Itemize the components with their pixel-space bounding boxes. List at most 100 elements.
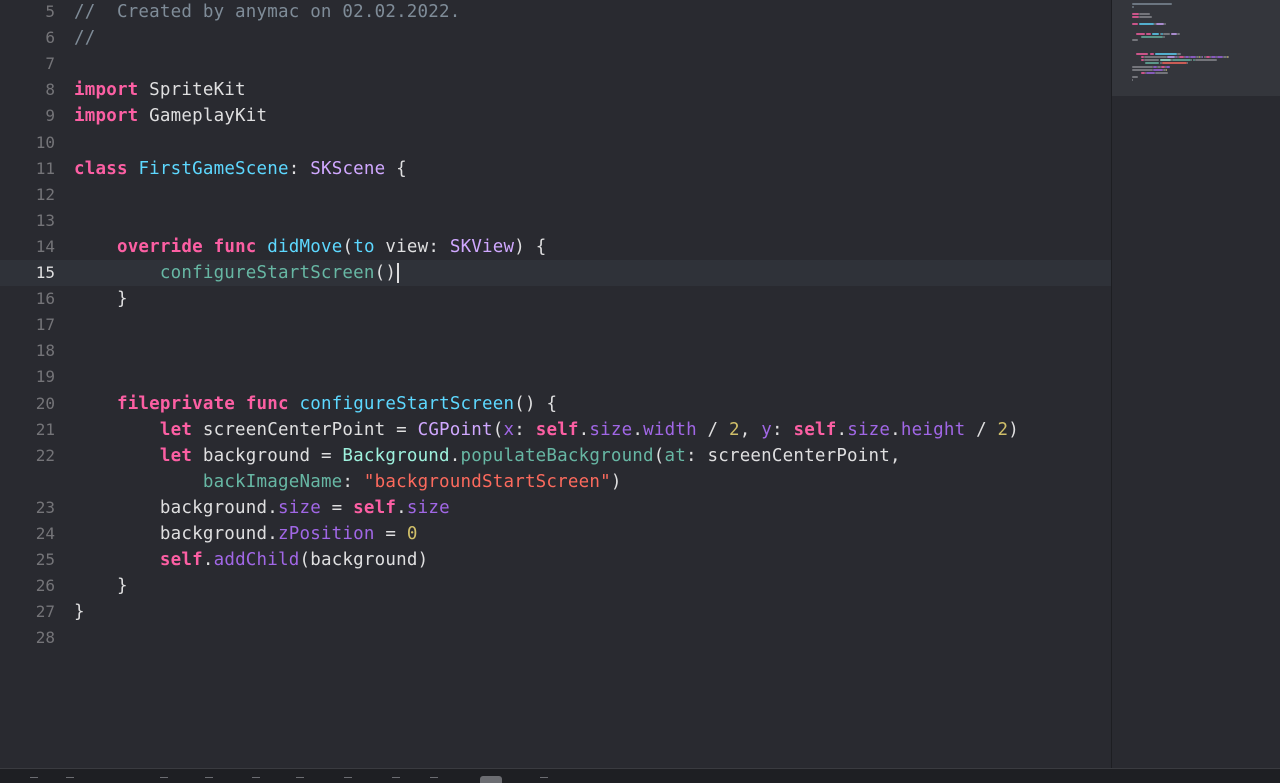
code-line[interactable]: 5 // Created by anymac on 02.02.2022. <box>0 0 1111 25</box>
code-token: . <box>836 419 848 440</box>
code-line[interactable]: 13 <box>0 208 1111 234</box>
minimap-token <box>1170 32 1178 35</box>
code-line[interactable]: 21 let screenCenterPoint = CGPoint(x: se… <box>0 417 1111 443</box>
code-line[interactable]: 26 } <box>0 573 1111 599</box>
location-icon[interactable] <box>480 776 502 783</box>
minimap-token <box>1167 55 1175 58</box>
line-number[interactable]: 9 <box>0 103 55 129</box>
minimap-token <box>1138 12 1150 15</box>
code-line[interactable]: 27} <box>0 599 1111 625</box>
breakpoint-icon[interactable] <box>66 777 74 783</box>
source-editor[interactable]: 5 // Created by anymac on 02.02.2022. 6 // 7… <box>0 0 1111 768</box>
code-token: size <box>847 419 891 440</box>
code-text[interactable]: // Created by anymac on 02.02.2022. <box>74 0 461 25</box>
code-line[interactable]: 20 fileprivate func configureStartScreen… <box>0 391 1111 417</box>
code-token: at <box>664 445 687 466</box>
line-number[interactable]: 6 <box>0 25 55 51</box>
code-token: screenCenterPoint = <box>192 419 418 440</box>
code-token: = <box>374 524 407 544</box>
code-text[interactable]: background.zPosition = 0 <box>74 521 418 547</box>
code-text[interactable]: self.addChild(background) <box>74 547 428 573</box>
step-over-icon[interactable] <box>205 777 213 783</box>
code-line[interactable]: 14 override func didMove(to view: SKView… <box>0 234 1111 260</box>
code-text[interactable]: let background = Background.populateBack… <box>74 443 901 469</box>
line-number[interactable]: 15 <box>0 260 55 286</box>
code-text[interactable]: let screenCenterPoint = CGPoint(x: self.… <box>74 417 1019 443</box>
line-number[interactable]: 16 <box>0 286 55 312</box>
hide-panel-icon[interactable] <box>30 777 38 783</box>
line-number[interactable]: 19 <box>0 364 55 390</box>
code-text[interactable]: backImageName: "backgroundStartScreen") <box>74 469 622 495</box>
frame-icon[interactable] <box>540 777 548 783</box>
code-line[interactable]: 7 <box>0 51 1111 77</box>
code-text[interactable]: fileprivate func configureStartScreen() … <box>74 391 557 417</box>
minimap-token <box>1171 59 1192 62</box>
code-text[interactable]: import SpriteKit <box>74 77 246 103</box>
line-number[interactable]: 14 <box>0 234 55 260</box>
code-line[interactable]: 24 background.zPosition = 0 <box>0 521 1111 547</box>
step-out-icon[interactable] <box>296 777 304 783</box>
code-text[interactable]: background.size = self.size <box>74 495 450 521</box>
line-number[interactable]: 12 <box>0 182 55 208</box>
code-line[interactable]: backImageName: "backgroundStartScreen") <box>0 469 1111 495</box>
line-number[interactable]: 25 <box>0 547 55 573</box>
code-line[interactable]: 23 background.size = self.size <box>0 495 1111 521</box>
code-token: Background <box>342 445 450 466</box>
view-hierarchy-icon[interactable] <box>344 777 352 783</box>
line-number[interactable]: 26 <box>0 573 55 599</box>
code-line[interactable]: 25 self.addChild(background) <box>0 547 1111 573</box>
code-line[interactable]: 11 class FirstGameScene: SKScene { <box>0 156 1111 182</box>
line-number[interactable]: 13 <box>0 208 55 234</box>
line-number[interactable]: 27 <box>0 599 55 625</box>
minimap-token <box>1144 59 1160 62</box>
line-number[interactable]: 11 <box>0 156 55 182</box>
line-number[interactable]: 28 <box>0 625 55 651</box>
code-line[interactable]: 18 <box>0 338 1111 364</box>
code-text[interactable]: import GameplayKit <box>74 103 267 129</box>
code-line[interactable]: 9 import GameplayKit <box>0 103 1111 129</box>
line-number[interactable]: 20 <box>0 391 55 417</box>
line-number[interactable]: 8 <box>0 77 55 103</box>
line-number[interactable]: 10 <box>0 130 55 156</box>
code-token: self <box>535 419 579 440</box>
line-number[interactable]: 17 <box>0 312 55 338</box>
code-line[interactable]: 16 } <box>0 286 1111 312</box>
line-number[interactable]: 7 <box>0 51 55 77</box>
memory-graph-icon[interactable] <box>392 777 400 783</box>
line-number[interactable]: 21 <box>0 417 55 443</box>
line-number[interactable]: 5 <box>0 0 55 25</box>
code-token: height <box>900 419 966 440</box>
line-number[interactable]: 23 <box>0 495 55 521</box>
code-line[interactable]: 19 <box>0 364 1111 390</box>
code-line[interactable]: 22 let background = Background.populateB… <box>0 443 1111 469</box>
line-number[interactable]: 22 <box>0 443 55 469</box>
code-token: view: <box>374 236 450 257</box>
code-line[interactable]: 15 configureStartScreen() <box>0 260 1111 286</box>
environment-icon[interactable] <box>430 777 438 783</box>
code-line[interactable]: 10 <box>0 130 1111 156</box>
code-text[interactable]: } <box>74 599 85 625</box>
line-number[interactable]: 24 <box>0 521 55 547</box>
code-token: self <box>159 550 203 571</box>
code-text[interactable]: } <box>74 573 128 599</box>
minimap-token <box>1132 75 1138 78</box>
code-line[interactable]: 12 <box>0 182 1111 208</box>
code-line[interactable]: 28 <box>0 625 1111 651</box>
minimap-token <box>1216 55 1224 58</box>
code-token: didMove <box>267 236 343 257</box>
code-line[interactable]: 6 // <box>0 25 1111 51</box>
step-into-icon[interactable] <box>252 777 260 783</box>
code-line[interactable]: 8 import SpriteKit <box>0 77 1111 103</box>
code-text[interactable]: class FirstGameScene: SKScene { <box>74 156 407 182</box>
line-number[interactable]: 18 <box>0 338 55 364</box>
code-token: FirstGameScene <box>138 158 289 179</box>
minimap[interactable] <box>1112 0 1280 768</box>
code-line[interactable]: 17 <box>0 312 1111 338</box>
continue-icon[interactable] <box>160 777 168 783</box>
code-text[interactable]: // <box>74 25 95 51</box>
code-text[interactable]: } <box>74 286 128 312</box>
code-text[interactable]: configureStartScreen() <box>74 260 400 286</box>
code-token: import <box>74 80 139 101</box>
code-text[interactable]: override func didMove(to view: SKView) { <box>74 234 546 260</box>
